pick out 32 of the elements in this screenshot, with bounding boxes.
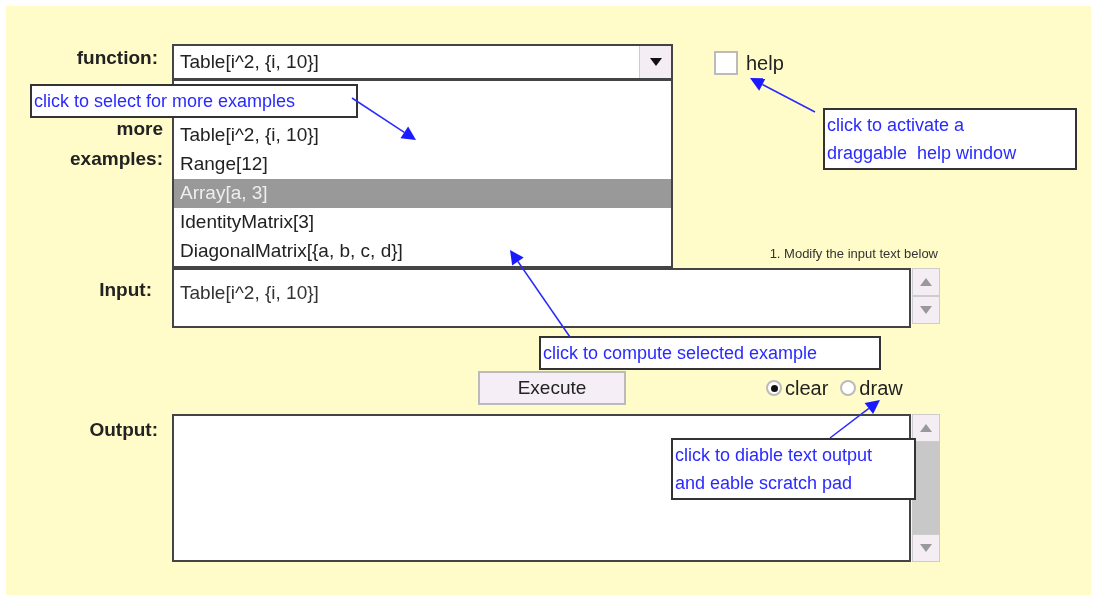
up-arrow-icon — [920, 424, 932, 432]
scroll-down-button[interactable] — [912, 296, 940, 324]
scrollbar[interactable] — [912, 414, 940, 562]
callout: click to compute selected example — [539, 336, 881, 370]
field-label: more examples: — [69, 117, 163, 171]
field-label: Output: — [88, 418, 158, 442]
caret-icon — [649, 58, 662, 66]
help-checkbox[interactable] — [714, 51, 738, 75]
up-arrow-icon — [920, 278, 932, 286]
execute-button[interactable]: Execute — [478, 371, 626, 405]
down-arrow-icon — [920, 544, 932, 552]
arrow — [351, 97, 416, 140]
down-arrow-icon — [920, 306, 932, 314]
arrow — [750, 78, 816, 113]
field-label: Input: — [98, 278, 152, 302]
input-field[interactable]: Table[i^2, {i, 10}] — [172, 268, 911, 328]
radio-button[interactable] — [840, 380, 857, 396]
hint-text: 1. Modify the input text below — [769, 245, 938, 263]
dropdown-button[interactable] — [639, 46, 671, 78]
radio-label: draw — [859, 376, 903, 401]
scroll-up-button[interactable] — [912, 414, 940, 442]
field-label: function: — [75, 46, 158, 70]
arrow — [829, 400, 880, 439]
callout: click to select for more examples — [30, 84, 358, 118]
checkbox-label: help — [746, 51, 784, 76]
callout: click to diable text output and eable scratch pad — [671, 438, 916, 500]
radio-label: clear — [785, 376, 829, 401]
scroll-up-button[interactable] — [912, 268, 940, 296]
function-select[interactable]: Table[i^2, {i, 10}] — [172, 44, 673, 80]
radio-button[interactable] — [766, 380, 782, 396]
callout: click to activate a draggable help window — [823, 108, 1077, 170]
scroll-down-button[interactable] — [912, 534, 940, 562]
